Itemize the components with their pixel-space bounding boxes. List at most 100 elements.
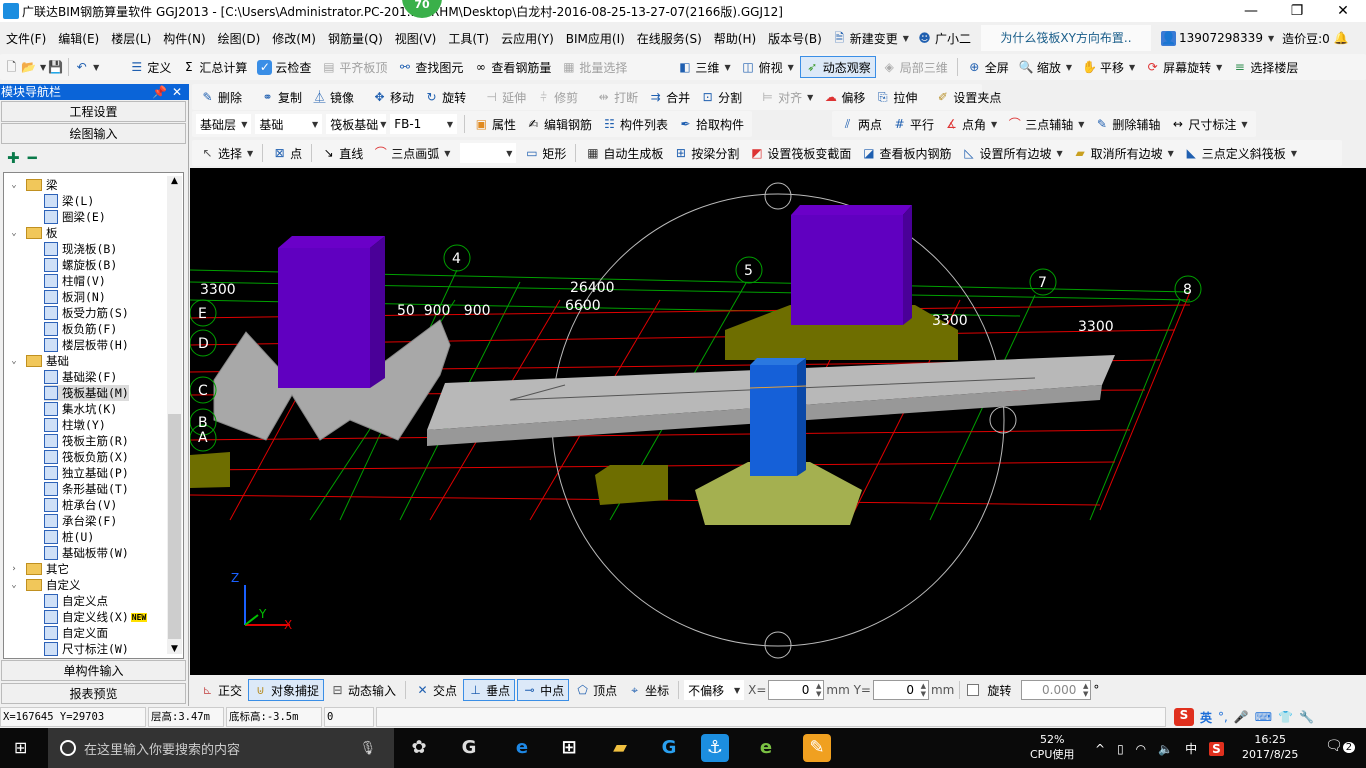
tree-item[interactable]: 板洞(N) xyxy=(44,289,106,305)
tree-item[interactable]: 螺旋板(B) xyxy=(44,257,117,273)
align-button[interactable]: ⊨ 对齐 ▼ xyxy=(756,86,817,108)
chevron-right-icon[interactable]: › xyxy=(8,564,20,574)
spinner-icon[interactable]: ▲ ▼ xyxy=(816,682,821,698)
tip-link[interactable]: 为什么筏板XY方向布置.. xyxy=(980,25,1151,51)
chevron-down-icon[interactable]: ▼ xyxy=(93,63,99,72)
scroll-down-icon[interactable]: ▼ xyxy=(167,644,182,654)
tree-item[interactable]: 承台梁(F) xyxy=(44,513,117,529)
open-folder-icon[interactable]: 📂 xyxy=(21,60,36,75)
tree-item[interactable]: 楼层板带(H) xyxy=(44,337,129,353)
file-explorer-icon[interactable]: ▰ xyxy=(606,734,634,762)
tree-item[interactable]: 条形基础(T) xyxy=(44,481,129,497)
tree-item[interactable]: 筏板负筋(X) xyxy=(44,449,129,465)
purple-column-right[interactable] xyxy=(791,215,903,325)
menu-help[interactable]: 帮助(H) xyxy=(708,30,762,47)
intersection-snap[interactable]: ✕ 交点 xyxy=(411,679,461,701)
collapse-all-icon[interactable]: ━ xyxy=(28,149,37,167)
3d-viewport[interactable]: 3300 4 5 7 8 E D C B A 26400 6600 50 900… xyxy=(189,168,1366,675)
coordinate-snap[interactable]: ⌖ 坐标 xyxy=(623,679,673,701)
purple-column-left[interactable] xyxy=(278,248,370,388)
sogou-tray-icon[interactable]: S xyxy=(1209,741,1224,756)
define-button[interactable]: ☰ 定义 xyxy=(125,56,175,78)
extend-button[interactable]: ⊣ 延伸 xyxy=(480,86,530,108)
chevron-down-icon[interactable]: ⌄ xyxy=(8,356,20,366)
dynamic-input-toggle[interactable]: ⊟ 动态输入 xyxy=(326,679,400,701)
y-offset-input[interactable]: 0 ▲ ▼ xyxy=(872,680,929,700)
cpu-usage[interactable]: 52% CPU使用 xyxy=(1030,732,1074,762)
pin-icon[interactable]: 📌 xyxy=(152,84,167,100)
menu-online[interactable]: 在线服务(S) xyxy=(631,30,708,47)
select-button[interactable]: ↖ 选择 ▼ xyxy=(196,142,257,164)
tree-item[interactable]: 圈梁(E) xyxy=(44,209,106,225)
auto-generate-button[interactable]: ▦ 自动生成板 xyxy=(581,142,667,164)
rotate-checkbox[interactable] xyxy=(967,684,980,696)
chevron-down-icon[interactable]: ▼ xyxy=(40,63,46,72)
category-select[interactable]: 基础 ▼ xyxy=(255,114,323,134)
break-button[interactable]: ⇹ 打断 xyxy=(592,86,642,108)
rotate-button[interactable]: ↻ 旋转 xyxy=(420,86,470,108)
chevron-down-icon[interactable]: ⌄ xyxy=(8,580,20,590)
fullscreen-button[interactable]: ⊕ 全屏 xyxy=(963,56,1013,78)
tree-scrollbar[interactable]: ▲ ▼ xyxy=(167,176,182,654)
properties-button[interactable]: ▣ 属性 xyxy=(470,113,520,135)
bell-icon[interactable]: 🔔 xyxy=(1334,31,1349,46)
menu-edit[interactable]: 编辑(E) xyxy=(52,30,105,47)
maximize-button[interactable]: ❐ xyxy=(1274,0,1320,22)
menu-bim[interactable]: BIM应用(I) xyxy=(560,30,631,47)
parallel-axis-button[interactable]: # 平行 xyxy=(888,113,938,135)
report-preview-button[interactable]: 报表预览 xyxy=(1,683,186,704)
purple-column-top[interactable] xyxy=(278,236,385,248)
mic-icon[interactable]: 🎤 xyxy=(1234,710,1249,724)
dimension-button[interactable]: ↔ 尺寸标注 ▼ xyxy=(1166,113,1251,135)
volume-icon[interactable]: 🔈 xyxy=(1158,742,1173,756)
action-center-icon[interactable]: 🗨 2 xyxy=(1325,738,1356,754)
offset-button[interactable]: ☁ 偏移 xyxy=(819,86,869,108)
view-inner-rebar-button[interactable]: ◪ 查看板内钢筋 xyxy=(857,142,955,164)
punctuation-icon[interactable]: °, xyxy=(1218,710,1228,724)
expand-all-icon[interactable]: ✚ xyxy=(7,149,20,167)
rotate-screen-button[interactable]: ⟳ 屏幕旋转 ▼ xyxy=(1141,56,1226,78)
edit-rebar-button[interactable]: ✍ 编辑钢筋 xyxy=(522,113,596,135)
tree-folder[interactable]: ⌄ 自定义 xyxy=(8,577,80,593)
three-point-axis-button[interactable]: ⌒ 三点辅轴 ▼ xyxy=(1003,113,1088,135)
top-view-button[interactable]: ◫ 俯视 ▼ xyxy=(737,56,798,78)
close-button[interactable]: ✕ xyxy=(1320,0,1366,22)
tree-folder[interactable]: ⌄ 梁 xyxy=(8,177,57,193)
tree-item[interactable]: 集水坑(K) xyxy=(44,401,117,417)
copy-button[interactable]: ⚭ 复制 xyxy=(256,86,306,108)
close-icon[interactable]: ✕ xyxy=(172,84,182,100)
menu-cloud[interactable]: 云应用(Y) xyxy=(495,30,560,47)
skin-icon[interactable]: 👕 xyxy=(1278,710,1293,724)
tree-item[interactable]: 尺寸标注(W) xyxy=(44,641,129,657)
menu-file[interactable]: 文件(F) xyxy=(0,30,52,47)
chevron-down-icon[interactable]: ⌄ xyxy=(8,180,20,190)
viewport-canvas[interactable]: 3300 4 5 7 8 E D C B A 26400 6600 50 900… xyxy=(189,168,1366,675)
pick-component-button[interactable]: ✒ 拾取构件 xyxy=(674,113,748,135)
rectangle-button[interactable]: ▭ 矩形 xyxy=(520,142,570,164)
ime-mode-label[interactable]: 英 xyxy=(1200,709,1212,726)
battery-icon[interactable]: ▯ xyxy=(1117,742,1124,756)
chevron-down-icon[interactable]: ⌄ xyxy=(8,228,20,238)
batch-select-button[interactable]: ▦ 批量选择 xyxy=(557,56,631,78)
point-angle-button[interactable]: ∡ 点角 ▼ xyxy=(940,113,1001,135)
split-button[interactable]: ⊡ 分割 xyxy=(696,86,746,108)
new-change-button[interactable]: 🗎 新建变更 ▼ xyxy=(828,27,913,49)
type-select[interactable]: 筏板基础 ▼ xyxy=(326,114,386,134)
menu-rebar[interactable]: 钢筋量(Q) xyxy=(322,30,389,47)
tree-item[interactable]: 现浇板(B) xyxy=(44,241,117,257)
tree-item[interactable]: 柱帽(V) xyxy=(44,273,106,289)
ortho-toggle[interactable]: ⊾ 正交 xyxy=(196,679,246,701)
dynamic-view-button[interactable]: ➶ 动态观察 xyxy=(799,56,876,78)
floor-select[interactable]: 基础层 ▼ xyxy=(196,114,252,134)
tree-item[interactable]: 柱墩(Y) xyxy=(44,417,106,433)
single-input-button[interactable]: 单构件输入 xyxy=(1,660,186,681)
stretch-button[interactable]: ⎘ 拉伸 xyxy=(871,86,921,108)
taskbar-search[interactable]: 在这里输入你要搜索的内容 🎙 xyxy=(48,728,394,768)
component-list-button[interactable]: ☷ 构件列表 xyxy=(598,113,672,135)
user-account-button[interactable]: 👤 13907298339 ▼ xyxy=(1157,27,1278,49)
tray-chevron-up-icon[interactable]: ^ xyxy=(1095,742,1105,756)
select-floor-button[interactable]: ≡ 选择楼层 xyxy=(1228,56,1302,78)
scrollbar-thumb[interactable] xyxy=(168,414,181,639)
point-button[interactable]: ⊠ 点 xyxy=(268,142,306,164)
new-file-icon[interactable]: 🗋 xyxy=(4,60,19,75)
